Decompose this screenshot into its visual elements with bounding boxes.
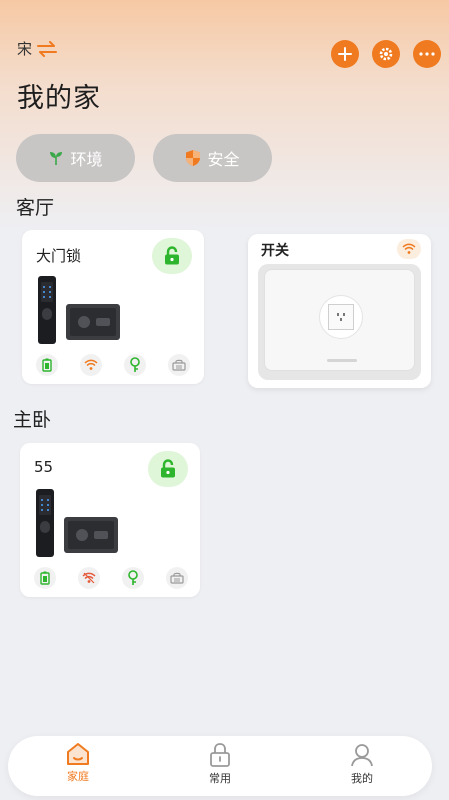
door-lock-image: [38, 276, 120, 344]
user-name: 宋: [17, 40, 33, 58]
chip-environment[interactable]: 环境: [16, 134, 135, 182]
add-button[interactable]: [331, 40, 359, 68]
add-icon: [338, 47, 352, 61]
category-chips: 环境 安全: [16, 134, 272, 182]
device-card-switch[interactable]: 开关: [248, 234, 431, 388]
wifi-icon: [84, 359, 98, 370]
room-title: 客厅: [16, 197, 55, 219]
page-title: 我的家: [17, 83, 101, 114]
wifi-status: [78, 567, 100, 589]
key-icon: [130, 357, 140, 372]
home-switcher[interactable]: 宋: [17, 38, 58, 59]
device-card-lock[interactable]: 55: [20, 443, 200, 597]
fingerprint-lock-icon: [172, 359, 186, 371]
settings-button[interactable]: [372, 40, 400, 68]
unlock-icon: [165, 246, 179, 265]
tab-home[interactable]: 家庭: [48, 742, 108, 784]
tab-label: 家庭: [67, 770, 89, 783]
gear-icon: [379, 47, 393, 61]
device-status-row: [34, 567, 188, 589]
switch-panel-face: [264, 269, 415, 371]
home-icon: [67, 743, 89, 765]
lock-icon: [210, 743, 230, 767]
chip-security[interactable]: 安全: [153, 134, 272, 182]
key-icon: [128, 570, 138, 585]
battery-status: [36, 354, 58, 376]
door-lock-image: [36, 489, 118, 557]
battery-status: [34, 567, 56, 589]
key-status: [122, 567, 144, 589]
wifi-icon: [402, 243, 416, 254]
shield-icon: [186, 150, 201, 166]
device-name: 大门锁: [36, 247, 82, 265]
unlock-icon: [161, 459, 175, 478]
room-title: 主卧: [13, 409, 52, 431]
battery-icon: [40, 571, 50, 585]
device-card-lock[interactable]: 大门锁: [22, 230, 204, 384]
tab-label: 常用: [209, 772, 231, 785]
wifi-status: [80, 354, 102, 376]
lock-toggle[interactable]: [152, 238, 192, 274]
more-button[interactable]: [413, 40, 441, 68]
wifi-off-icon: [82, 572, 96, 584]
key-status: [124, 354, 146, 376]
socket-icon: [319, 295, 363, 339]
wifi-status: [397, 239, 421, 259]
top-actions: [331, 40, 441, 68]
top-bar: 宋: [0, 0, 449, 80]
device-status-row: [36, 354, 190, 376]
switch-panel-image: [258, 264, 421, 380]
panel-indicator: [327, 359, 357, 362]
tab-label: 我的: [351, 772, 373, 785]
swap-icon: [37, 40, 58, 57]
tab-profile[interactable]: 我的: [332, 742, 392, 786]
fingerprint-status: [166, 567, 188, 589]
bottom-tab-bar: 家庭 常用 我的: [8, 736, 432, 796]
more-icon: [419, 52, 435, 56]
sprout-icon: [50, 152, 63, 165]
chip-label: 安全: [207, 150, 240, 169]
fingerprint-status: [168, 354, 190, 376]
device-name: 开关: [261, 243, 289, 259]
lock-toggle[interactable]: [148, 451, 188, 487]
chip-label: 环境: [70, 150, 103, 169]
tab-favorites[interactable]: 常用: [190, 742, 250, 786]
user-icon: [351, 744, 373, 767]
fingerprint-lock-icon: [170, 572, 184, 584]
battery-icon: [42, 358, 52, 372]
device-name: 55: [34, 458, 54, 476]
